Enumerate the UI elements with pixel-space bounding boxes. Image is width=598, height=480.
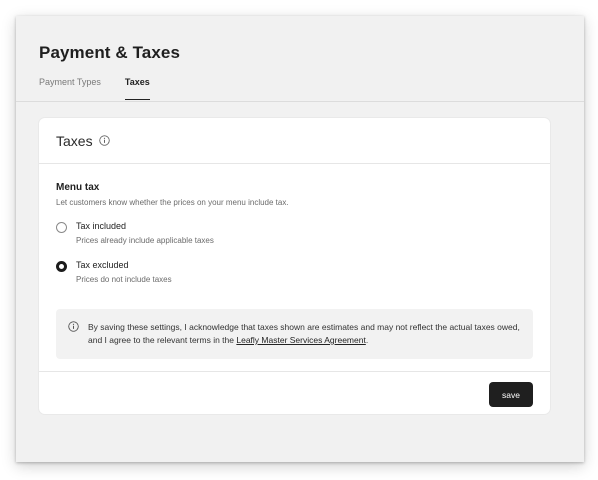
info-icon[interactable]: [98, 135, 110, 146]
tabs-divider: [16, 101, 584, 102]
settings-window: Payment & Taxes Payment Types Taxes Taxe…: [16, 16, 584, 462]
tax-excluded-option[interactable]: Tax excluded Prices do not include taxes: [56, 260, 533, 284]
info-icon: [68, 321, 79, 332]
tax-included-radio[interactable]: [56, 222, 67, 233]
tab-bar: Payment Types Taxes: [39, 77, 150, 100]
taxes-card: Taxes Menu tax Let customers know whethe…: [39, 118, 550, 414]
section-title: Menu tax: [56, 182, 100, 193]
tax-included-option[interactable]: Tax included Prices already include appl…: [56, 221, 533, 245]
footer-divider: [39, 371, 550, 372]
notice-text: By saving these settings, I acknowledge …: [88, 321, 521, 359]
save-button[interactable]: save: [489, 382, 533, 407]
acknowledgement-notice: By saving these settings, I acknowledge …: [56, 309, 533, 359]
menu-tax-section: Menu tax Let customers know whether the …: [56, 182, 533, 284]
notice-end: .: [365, 335, 369, 345]
page-title: Payment & Taxes: [39, 43, 181, 62]
card-title: Taxes: [56, 132, 93, 149]
option-subtext: Prices do not include taxes: [76, 275, 172, 284]
card-header: Taxes: [39, 118, 550, 164]
tab-taxes[interactable]: Taxes: [124, 77, 150, 100]
option-label: Tax excluded: [76, 260, 129, 270]
option-subtext: Prices already include applicable taxes: [76, 236, 214, 245]
section-description: Let customers know whether the prices on…: [56, 198, 289, 207]
tax-excluded-radio[interactable]: [56, 261, 67, 272]
tab-payment-types[interactable]: Payment Types: [39, 77, 101, 100]
option-label: Tax included: [76, 221, 127, 231]
msa-link[interactable]: Leafly Master Services Agreement: [236, 335, 365, 345]
